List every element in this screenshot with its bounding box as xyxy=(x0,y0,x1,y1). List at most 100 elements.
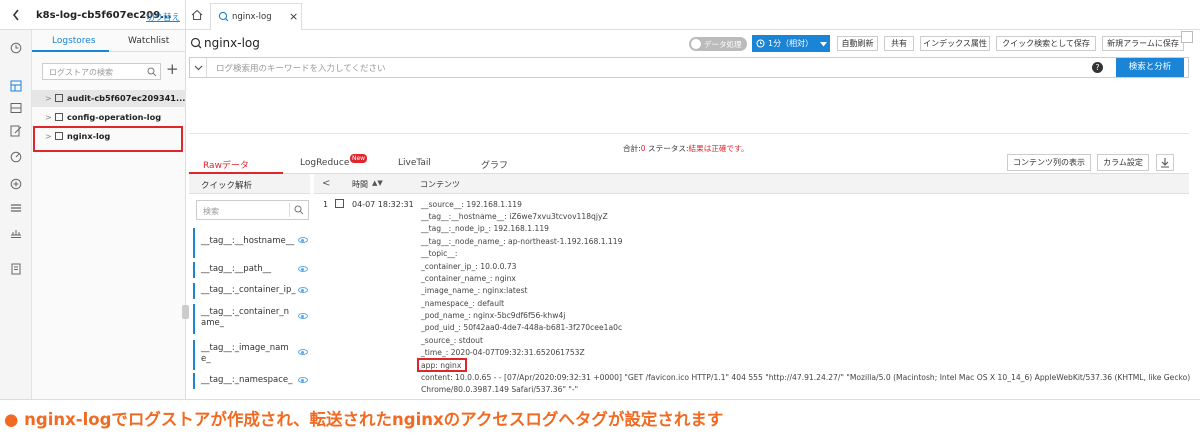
save-quick-search-button[interactable]: クイック検索として保存 xyxy=(996,36,1096,51)
search-icon[interactable] xyxy=(294,205,304,215)
list-icon[interactable] xyxy=(10,202,22,214)
share-button[interactable]: 共有 xyxy=(884,36,914,51)
help-icon[interactable]: ? xyxy=(1092,62,1103,73)
switch-project-link[interactable]: 切り替え xyxy=(146,11,180,23)
query-input[interactable]: ログ検索用のキーワードを入力してください ? xyxy=(189,57,1189,78)
search-log-icon xyxy=(190,37,202,49)
field-label: __tag__:_container_ip_ xyxy=(201,285,296,295)
field-item-container-name[interactable]: __tag__:_container_name_ xyxy=(193,304,314,334)
search-analyze-button[interactable]: 検索と分析 xyxy=(1116,58,1184,77)
sort-icon[interactable]: ▲▼ xyxy=(372,179,383,187)
logstore-item-label: audit-cb5f607ec209341... xyxy=(67,93,186,103)
tab-watchlist[interactable]: Watchlist xyxy=(109,30,186,52)
logstore-search-placeholder: ログストアの検索 xyxy=(49,68,113,77)
home-icon[interactable] xyxy=(191,9,203,21)
divider xyxy=(185,0,186,30)
save-alarm-button[interactable]: 新規アラームに保存 xyxy=(1102,36,1184,51)
highlight-box xyxy=(33,126,183,152)
settings-icon[interactable] xyxy=(10,227,22,239)
field-item-image-name[interactable]: __tag__:_image_name_ xyxy=(193,340,314,370)
logstore-icon xyxy=(55,113,63,121)
tab-logreduce[interactable]: LogReduce xyxy=(300,158,349,168)
quick-analysis-header: クイック解析 xyxy=(189,174,310,194)
auto-refresh-button[interactable]: 自動刷新 xyxy=(837,36,878,51)
log-field-line: _image_name_: nginx:latest xyxy=(421,286,528,295)
logstore-search-input[interactable]: ログストアの検索 xyxy=(42,63,161,80)
search-icon[interactable] xyxy=(147,67,157,77)
eye-icon[interactable] xyxy=(298,377,308,383)
tab-raw-data[interactable]: Rawデータ xyxy=(189,153,283,174)
field-item-namespace[interactable]: __tag__:_namespace_ xyxy=(193,373,314,389)
field-search-input[interactable]: 検索 xyxy=(196,200,309,220)
tab-raw-data-label: Rawデータ xyxy=(203,161,249,171)
field-label: __tag__:_container_name_ xyxy=(201,307,289,328)
field-item-hostname[interactable]: __tag__:__hostname__ xyxy=(193,228,314,258)
highlight-box xyxy=(417,358,467,372)
data-icon[interactable] xyxy=(10,178,22,190)
fullscreen-icon[interactable] xyxy=(1181,31,1193,43)
eye-icon[interactable] xyxy=(298,313,308,319)
total-label: 合計: xyxy=(623,144,641,153)
chevron-right-icon: > xyxy=(45,113,52,122)
page-title: nginx-log xyxy=(204,36,260,50)
logstore-item-audit[interactable]: > audit-cb5f607ec209341... xyxy=(32,90,186,107)
time-column-header[interactable]: 時間 xyxy=(352,179,368,190)
logstore-item-label: config-operation-log xyxy=(67,112,162,122)
chevron-left-icon[interactable] xyxy=(12,9,20,21)
field-item-path[interactable]: __tag__:__path__ xyxy=(193,262,314,278)
total-count: 0 xyxy=(640,144,646,153)
column-settings-button[interactable]: カラム設定 xyxy=(1097,154,1149,171)
index-attributes-button[interactable]: インデックス属性 xyxy=(920,36,990,51)
collapse-left-icon[interactable]: < xyxy=(322,178,330,189)
top-bar: k8s-log-cb5f607ec209... 切り替え nginx-log × xyxy=(0,0,1200,30)
table-header: < 時間 ▲▼ コンテンツ xyxy=(314,174,1189,194)
row-time: 04-07 18:32:31 xyxy=(352,200,414,209)
field-item-container-ip[interactable]: __tag__:_container_ip_ xyxy=(193,283,314,299)
logstore-icon[interactable] xyxy=(10,80,22,92)
divider xyxy=(0,399,1200,400)
add-logstore-button[interactable]: + xyxy=(166,60,179,78)
content-column-header: コンテンツ xyxy=(420,180,460,189)
collapse-handle[interactable] xyxy=(182,305,189,319)
logstore-item-config[interactable]: > config-operation-log xyxy=(32,109,186,126)
data-processing-toggle[interactable]: データ処理 xyxy=(689,37,747,51)
download-icon[interactable] xyxy=(1156,154,1174,171)
edit-icon[interactable] xyxy=(10,125,22,137)
log-field-line: _pod_uid_: 50f42aa0-4de7-448a-b681-3f270… xyxy=(421,323,623,332)
eye-icon[interactable] xyxy=(298,287,308,293)
log-field-line: __source__: 192.168.1.119 xyxy=(421,200,522,209)
time-range-select[interactable]: 1分（相対） xyxy=(752,35,830,52)
chevron-down-icon[interactable] xyxy=(190,58,207,77)
toggle-label: データ処理 xyxy=(704,40,742,49)
tab-livetail[interactable]: LiveTail xyxy=(398,158,431,168)
field-label: __tag__:__path__ xyxy=(201,264,272,274)
field-label: __tag__:_namespace_ xyxy=(201,375,293,385)
tab-graph[interactable]: グラフ xyxy=(481,158,508,171)
tab-nginx-log[interactable]: nginx-log × xyxy=(210,3,302,30)
alarm-icon[interactable] xyxy=(10,151,22,163)
query-placeholder: ログ検索用のキーワードを入力してください xyxy=(216,64,386,74)
eye-icon[interactable] xyxy=(298,266,308,272)
dashboard-icon[interactable] xyxy=(10,102,22,114)
context-browse-icon[interactable] xyxy=(335,199,344,208)
log-field-line: _pod_name_: nginx-5bc9df6f56-khw4j xyxy=(421,311,566,320)
divider xyxy=(289,203,290,217)
clock-icon[interactable] xyxy=(10,42,22,54)
eye-icon[interactable] xyxy=(298,349,308,355)
doc-icon[interactable] xyxy=(10,263,22,275)
log-field-line: __tag__:_node_name_: ap-northeast-1.192.… xyxy=(421,237,623,246)
left-nav-rail xyxy=(0,30,32,400)
log-field-line: _container_name_: nginx xyxy=(421,274,516,283)
close-icon[interactable]: × xyxy=(289,10,298,23)
caption: ● nginx-logでログストアが作成され、転送されたnginxのアクセスログ… xyxy=(4,410,724,429)
toggle-knob xyxy=(691,39,701,49)
clock-icon xyxy=(756,39,765,48)
divider xyxy=(189,133,1189,134)
show-content-column-button[interactable]: コンテンツ列の表示 xyxy=(1007,154,1091,171)
log-field-line: __tag__:__hostname__: iZ6we7xvu3tcvov118… xyxy=(421,212,608,221)
tab-logstores[interactable]: Logstores xyxy=(32,30,109,52)
row-index: 1 xyxy=(323,200,329,209)
status-label: ステータス: xyxy=(648,144,689,153)
log-field-line: _container_ip_: 10.0.0.73 xyxy=(421,262,517,271)
eye-icon[interactable] xyxy=(298,237,308,243)
